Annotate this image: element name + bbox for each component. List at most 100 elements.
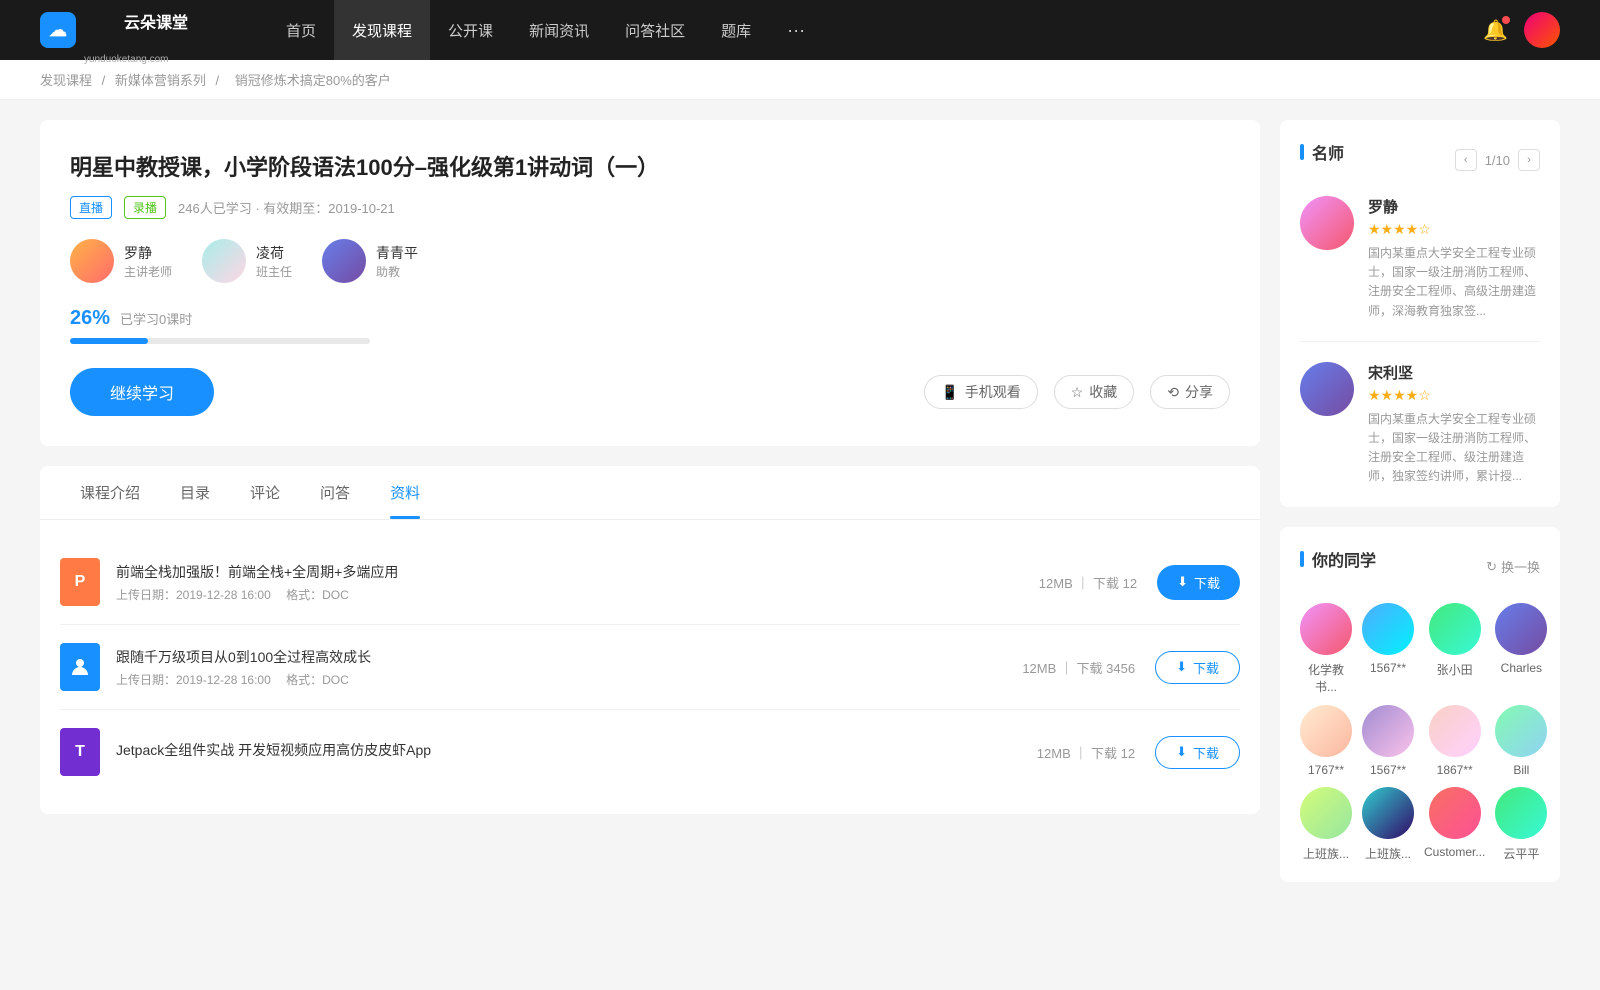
teacher-avatar-2 <box>322 239 366 283</box>
classmate-name-0: 化学教书... <box>1300 661 1352 695</box>
download-icon-1: ⬇ <box>1176 659 1187 675</box>
nav-discover[interactable]: 发现课程 <box>334 0 430 60</box>
classmate-avatar-4[interactable] <box>1300 705 1352 757</box>
breadcrumb-sep1: / <box>102 73 109 88</box>
classmate-avatar-10[interactable] <box>1429 787 1481 839</box>
file-name-2: Jetpack全组件实战 开发短视频应用高仿皮皮虾App <box>116 740 1037 760</box>
classmate-avatar-1[interactable] <box>1362 603 1414 655</box>
classmate-name-11: 云平平 <box>1503 845 1539 862</box>
classmate-name-6: 1867** <box>1437 763 1473 777</box>
file-stats-0: 12MB ｜ 下载 12 <box>1039 573 1137 592</box>
share-btn[interactable]: ⟲ 分享 <box>1150 375 1230 409</box>
sidebar-teacher-desc-0: 国内某重点大学安全工程专业硕士，国家一级注册消防工程师、注册安全工程师、高级注册… <box>1368 244 1540 321</box>
tab-material[interactable]: 资料 <box>370 466 440 519</box>
classmate-avatar-7[interactable] <box>1495 705 1547 757</box>
file-meta-1: 上传日期：2019-12-28 16:00 格式：DOC <box>116 671 1022 688</box>
nav-more[interactable]: ··· <box>769 0 823 60</box>
nav-news[interactable]: 新闻资讯 <box>511 0 607 60</box>
sidebar-teacher-0: 罗静 ★★★★☆ 国内某重点大学安全工程专业硕士，国家一级注册消防工程师、注册安… <box>1300 196 1540 342</box>
next-page-btn[interactable]: › <box>1518 149 1540 171</box>
classmate-avatar-0[interactable] <box>1300 603 1352 655</box>
classmates-card-header: 你的同学 ↻ 换一换 <box>1300 547 1540 587</box>
sidebar-teacher-avatar-0 <box>1300 196 1354 250</box>
classmate-avatar-11[interactable] <box>1495 787 1547 839</box>
classmate-avatar-8[interactable] <box>1300 787 1352 839</box>
person-icon <box>70 657 90 677</box>
file-name-0: 前端全栈加强版！前端全栈+全周期+多端应用 <box>116 562 1039 582</box>
tab-review[interactable]: 评论 <box>230 466 300 519</box>
sidebar-teacher-name-1: 宋利坚 <box>1368 362 1540 383</box>
teacher-role-0: 主讲老师 <box>124 263 172 280</box>
sidebar-teacher-desc-1: 国内某重点大学安全工程专业硕士，国家一级注册消防工程师、注册安全工程师、级注册建… <box>1368 410 1540 487</box>
course-card: 明星中教授课，小学阶段语法100分–强化级第1讲动词（一） 直播 录播 246人… <box>40 120 1260 446</box>
refresh-icon: ↻ <box>1486 559 1497 575</box>
sidebar-teacher-info-0: 罗静 ★★★★☆ 国内某重点大学安全工程专业硕士，国家一级注册消防工程师、注册安… <box>1368 196 1540 321</box>
classmate-2: 张小田 <box>1424 603 1485 695</box>
teacher-2: 青青平 助教 <box>322 239 418 283</box>
download-btn-2[interactable]: ⬇ 下载 <box>1155 736 1240 769</box>
collect-btn[interactable]: ☆ 收藏 <box>1054 375 1135 409</box>
sidebar-teacher-stars-0: ★★★★☆ <box>1368 221 1540 238</box>
file-meta-0: 上传日期：2019-12-28 16:00 格式：DOC <box>116 586 1039 603</box>
breadcrumb-sep2: / <box>216 73 223 88</box>
classmate-avatar-5[interactable] <box>1362 705 1414 757</box>
teacher-avatar-0 <box>70 239 114 283</box>
nav-qa[interactable]: 问答社区 <box>607 0 703 60</box>
file-item-0: P 前端全栈加强版！前端全栈+全周期+多端应用 上传日期：2019-12-28 … <box>60 540 1240 625</box>
sidebar-teacher-info-1: 宋利坚 ★★★★☆ 国内某重点大学安全工程专业硕士，国家一级注册消防工程师、注册… <box>1368 362 1540 487</box>
teacher-0: 罗静 主讲老师 <box>70 239 172 283</box>
tabs-section: 课程介绍 目录 评论 问答 资料 P 前端全栈加强版！前端全栈+全周期+多端应用… <box>40 466 1260 814</box>
tab-qa[interactable]: 问答 <box>300 466 370 519</box>
teacher-info-2: 青青平 助教 <box>376 243 418 280</box>
breadcrumb-discover[interactable]: 发现课程 <box>40 73 92 88</box>
tab-catalog[interactable]: 目录 <box>160 466 230 519</box>
teachers-card: 名师 ‹ 1/10 › 罗静 ★★★★☆ 国内某重点大学安全工程专业硕士，国家一… <box>1280 120 1560 507</box>
classmate-avatar-9[interactable] <box>1362 787 1414 839</box>
classmate-0: 化学教书... <box>1300 603 1352 695</box>
teacher-1: 凌荷 班主任 <box>202 239 292 283</box>
classmate-name-5: 1567** <box>1370 763 1406 777</box>
file-icon-0: P <box>60 558 100 606</box>
teacher-info-0: 罗静 主讲老师 <box>124 243 172 280</box>
download-btn-0[interactable]: ⬇ 下载 <box>1157 565 1240 600</box>
tab-intro[interactable]: 课程介绍 <box>60 466 160 519</box>
classmate-name-9: 上班族... <box>1365 845 1411 862</box>
file-name-1: 跟随千万级项目从0到100全过程高效成长 <box>116 647 1022 667</box>
user-avatar[interactable] <box>1524 12 1560 48</box>
logo[interactable]: ☁ 云朵课堂 yunduoketang.com <box>40 0 228 66</box>
progress-bar-bg <box>70 338 370 344</box>
share-icon: ⟲ <box>1167 384 1179 401</box>
teachers-pagination: ‹ 1/10 › <box>1455 149 1540 171</box>
classmate-name-10: Customer... <box>1424 845 1485 859</box>
teacher-name-2: 青青平 <box>376 243 418 263</box>
refresh-btn[interactable]: ↻ 换一换 <box>1486 557 1540 576</box>
file-info-1: 跟随千万级项目从0到100全过程高效成长 上传日期：2019-12-28 16:… <box>116 647 1022 688</box>
nav-home[interactable]: 首页 <box>268 0 334 60</box>
teacher-role-1: 班主任 <box>256 263 292 280</box>
teacher-info-1: 凌荷 班主任 <box>256 243 292 280</box>
progress-section: 26% 已学习0课时 <box>70 307 1230 344</box>
prev-page-btn[interactable]: ‹ <box>1455 149 1477 171</box>
badge-live: 直播 <box>70 196 112 219</box>
bell-icon[interactable]: 🔔 <box>1483 18 1508 43</box>
logo-text: 云朵课堂 yunduoketang.com <box>84 0 228 66</box>
continue-button[interactable]: 继续学习 <box>70 368 214 416</box>
mobile-icon: 📱 <box>941 384 958 401</box>
classmate-7: Bill <box>1495 705 1547 777</box>
avatar-image <box>1524 12 1560 48</box>
breadcrumb-series[interactable]: 新媒体营销系列 <box>115 73 206 88</box>
badge-record: 录播 <box>124 196 166 219</box>
course-title: 明星中教授课，小学阶段语法100分–强化级第1讲动词（一） <box>70 150 1230 182</box>
file-icon-1 <box>60 643 100 691</box>
nav-public[interactable]: 公开课 <box>430 0 511 60</box>
course-actions: 继续学习 📱 手机观看 ☆ 收藏 ⟲ 分享 <box>70 368 1230 416</box>
mobile-view-btn[interactable]: 📱 手机观看 <box>924 375 1037 409</box>
file-stats-2: 12MB ｜ 下载 12 <box>1037 743 1135 762</box>
classmate-avatar-6[interactable] <box>1429 705 1481 757</box>
classmate-avatar-3[interactable] <box>1495 603 1547 655</box>
nav-bank[interactable]: 题库 <box>703 0 769 60</box>
classmates-grid: 化学教书... 1567** 张小田 Charles 1767** <box>1300 603 1540 862</box>
download-btn-1[interactable]: ⬇ 下载 <box>1155 651 1240 684</box>
classmate-avatar-2[interactable] <box>1429 603 1481 655</box>
file-icon-2: T <box>60 728 100 776</box>
